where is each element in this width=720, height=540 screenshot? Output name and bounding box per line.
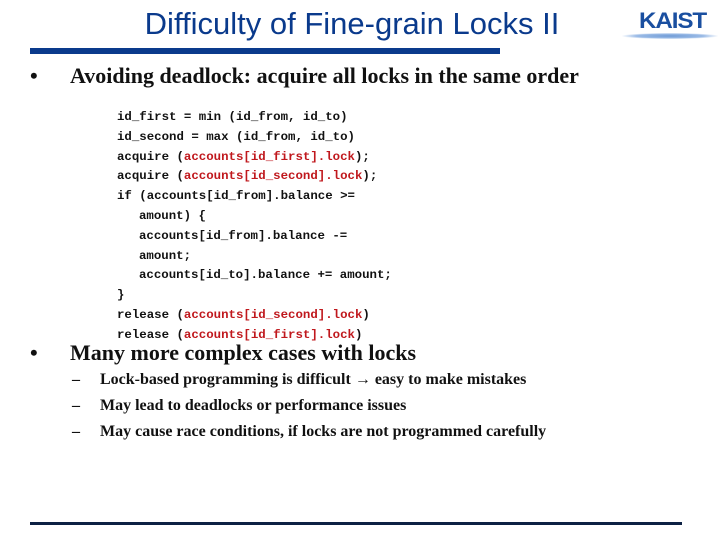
logo-text: KAIST: [639, 8, 707, 33]
code-line: release (accounts[id_second].lock): [117, 306, 392, 326]
code-text: accounts[id_to].balance += amount;: [139, 268, 392, 283]
code-line: acquire (accounts[id_first].lock);: [117, 148, 392, 168]
code-block: id_first = min (id_from, id_to) id_second…: [117, 108, 392, 346]
code-text: amount;: [139, 248, 192, 263]
bullet-text: Avoiding deadlock: acquire all locks in …: [70, 63, 579, 88]
code-line: if (accounts[id_from].balance >=: [117, 187, 392, 207]
bullet-marker: •: [30, 340, 38, 365]
code-text: id_second = max (id_from, id_to): [117, 129, 355, 144]
code-line: id_first = min (id_from, id_to): [117, 108, 392, 128]
sub-bullet-text: Lock-based programming is difficult → ea…: [100, 371, 527, 388]
slide-title-text: Difficulty of Fine-grain Locks II: [144, 6, 560, 41]
code-text: acquire (: [117, 169, 184, 184]
bullet-text: Many more complex cases with locks: [70, 340, 417, 365]
logo-swoosh-icon: [622, 33, 718, 39]
code-text: }: [117, 288, 125, 303]
code-line: id_second = max (id_from, id_to): [117, 128, 392, 148]
code-highlight: accounts[id_second].lock: [183, 307, 363, 322]
bullet-marker: •: [30, 63, 38, 88]
code-text: release (: [117, 307, 184, 322]
sub-bullet-text: May lead to deadlocks or performance iss…: [100, 397, 407, 414]
sub-bullet-text: May cause race conditions, if locks are …: [100, 423, 547, 440]
code-line: amount;: [117, 247, 392, 267]
code-line: }: [117, 286, 392, 306]
kaist-logo: KAIST: [622, 8, 718, 42]
code-text: ): [362, 307, 370, 322]
code-line: amount) {: [117, 207, 392, 227]
code-line: accounts[id_to].balance += amount;: [117, 266, 392, 286]
dash-marker: –: [72, 371, 80, 388]
code-highlight: accounts[id_first].lock: [183, 149, 355, 164]
dash-marker: –: [72, 397, 80, 414]
code-text: amount) {: [139, 208, 206, 223]
footer-rule: [30, 522, 682, 525]
code-highlight: accounts[id_second].lock: [183, 169, 363, 184]
code-text: id_first = min (id_from, id_to): [117, 110, 348, 124]
code-text: if (accounts[id_from].balance >=: [117, 189, 355, 204]
code-text: accounts[id_from].balance -=: [139, 228, 348, 243]
code-text: );: [354, 149, 370, 164]
dash-marker: –: [72, 423, 80, 440]
code-text: acquire (: [117, 149, 184, 164]
title-underline: [30, 48, 500, 54]
code-line: acquire (accounts[id_second].lock);: [117, 167, 392, 187]
code-text: );: [362, 169, 378, 184]
slide-title: Difficulty of Fine-grain Locks II: [0, 6, 720, 42]
code-line: accounts[id_from].balance -=: [117, 227, 392, 247]
